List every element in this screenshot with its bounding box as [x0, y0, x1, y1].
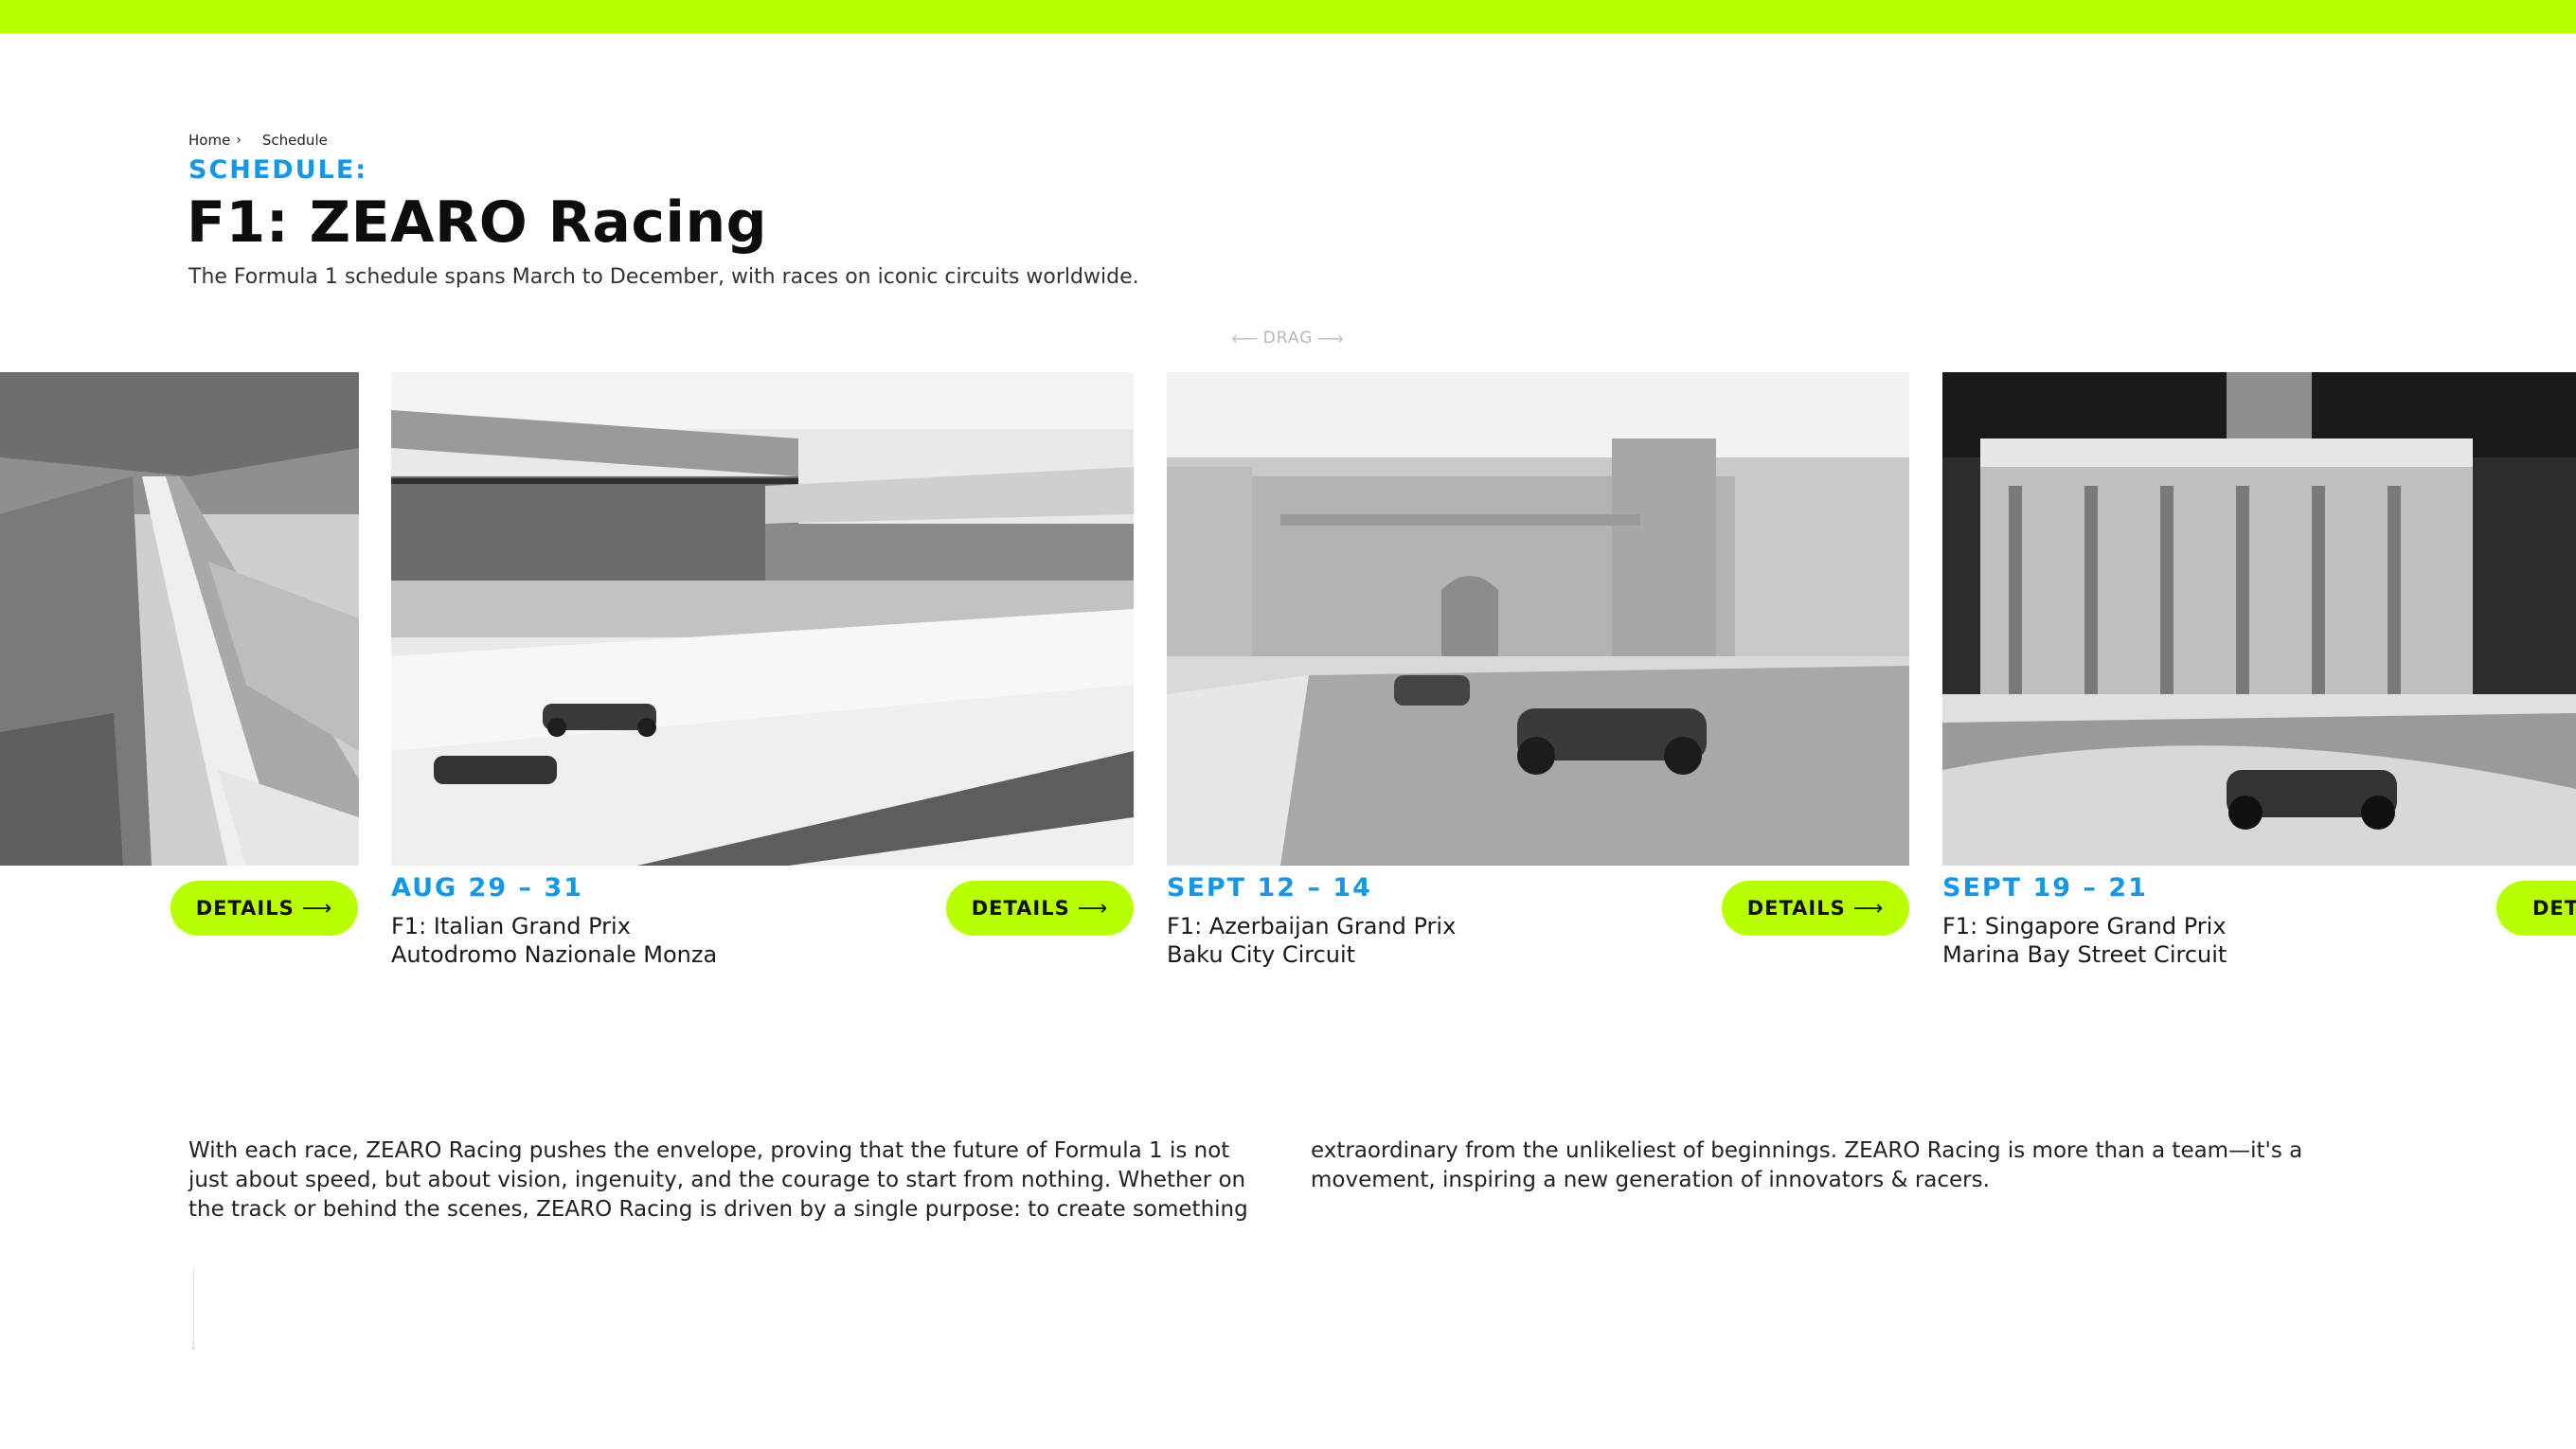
- race-name: F1: Azerbaijan Grand Prix: [1167, 913, 1457, 939]
- details-button[interactable]: DETAILS ⟶: [1722, 881, 1909, 936]
- section-eyebrow: SCHEDULE:: [188, 155, 368, 185]
- details-button[interactable]: DETAILS ⟶: [170, 881, 358, 936]
- card-image-azerbaijan-gp[interactable]: [1167, 372, 1909, 866]
- arrow-left-icon: ⟵: [1231, 327, 1260, 349]
- race-circuit: Autodromo Nazionale Monza: [391, 941, 718, 968]
- breadcrumb-home-link[interactable]: Home: [188, 132, 230, 149]
- details-label: DETAILS: [1746, 897, 1846, 920]
- details-label-partial: DET: [2532, 897, 2576, 920]
- arrow-right-icon: ⟶: [1852, 896, 1885, 921]
- page-subtitle: The Formula 1 schedule spans March to De…: [188, 265, 1139, 289]
- body-text-column-1: With each race, ZEARO Racing pushes the …: [188, 1138, 1248, 1222]
- arrow-right-icon: ⟶: [301, 896, 333, 921]
- drag-hint[interactable]: ⟵ DRAG ⟶: [1231, 327, 1345, 349]
- race-name: F1: Italian Grand Prix: [391, 913, 631, 939]
- card-image-monza-aerial[interactable]: [0, 372, 359, 866]
- breadcrumb-chevron-icon: ›: [236, 133, 242, 148]
- drag-label: DRAG: [1262, 329, 1314, 348]
- details-label: DETAILS: [195, 897, 295, 920]
- arrow-down-icon: ↓: [188, 1339, 199, 1352]
- top-accent-bar: [0, 0, 2576, 33]
- race-date: SEPT 12 – 14: [1167, 873, 1372, 903]
- page-title: F1: ZEARO Racing: [187, 189, 768, 256]
- grandstand-photo: [391, 372, 1134, 866]
- details-button[interactable]: DETAILS ⟶: [946, 881, 1134, 936]
- breadcrumb: Home › Schedule: [188, 132, 328, 149]
- breadcrumb-current: Schedule: [261, 132, 328, 149]
- race-date: SEPT 19 – 21: [1942, 873, 2148, 903]
- castle-circuit-photo: [1167, 372, 1909, 866]
- race-name: F1: Singapore Grand Prix: [1942, 913, 2227, 939]
- card-image-singapore-gp[interactable]: [1942, 372, 2576, 866]
- details-label: DETAILS: [971, 897, 1070, 920]
- details-button-partial[interactable]: DET: [2496, 881, 2576, 936]
- race-circuit: Marina Bay Street Circuit: [1942, 941, 2227, 968]
- scroll-down-indicator[interactable]: ↓: [188, 1269, 198, 1352]
- arrow-right-icon: ⟶: [1077, 896, 1109, 921]
- race-circuit: Baku City Circuit: [1167, 941, 1356, 968]
- night-circuit-photo: [1942, 372, 2576, 866]
- card-image-italian-gp[interactable]: [391, 372, 1134, 866]
- aerial-track-photo: [0, 372, 359, 866]
- body-text-column-2: extraordinary from the unlikeliest of be…: [1311, 1138, 2303, 1192]
- arrow-right-icon: ⟶: [1316, 327, 1346, 349]
- race-date: AUG 29 – 31: [391, 873, 583, 903]
